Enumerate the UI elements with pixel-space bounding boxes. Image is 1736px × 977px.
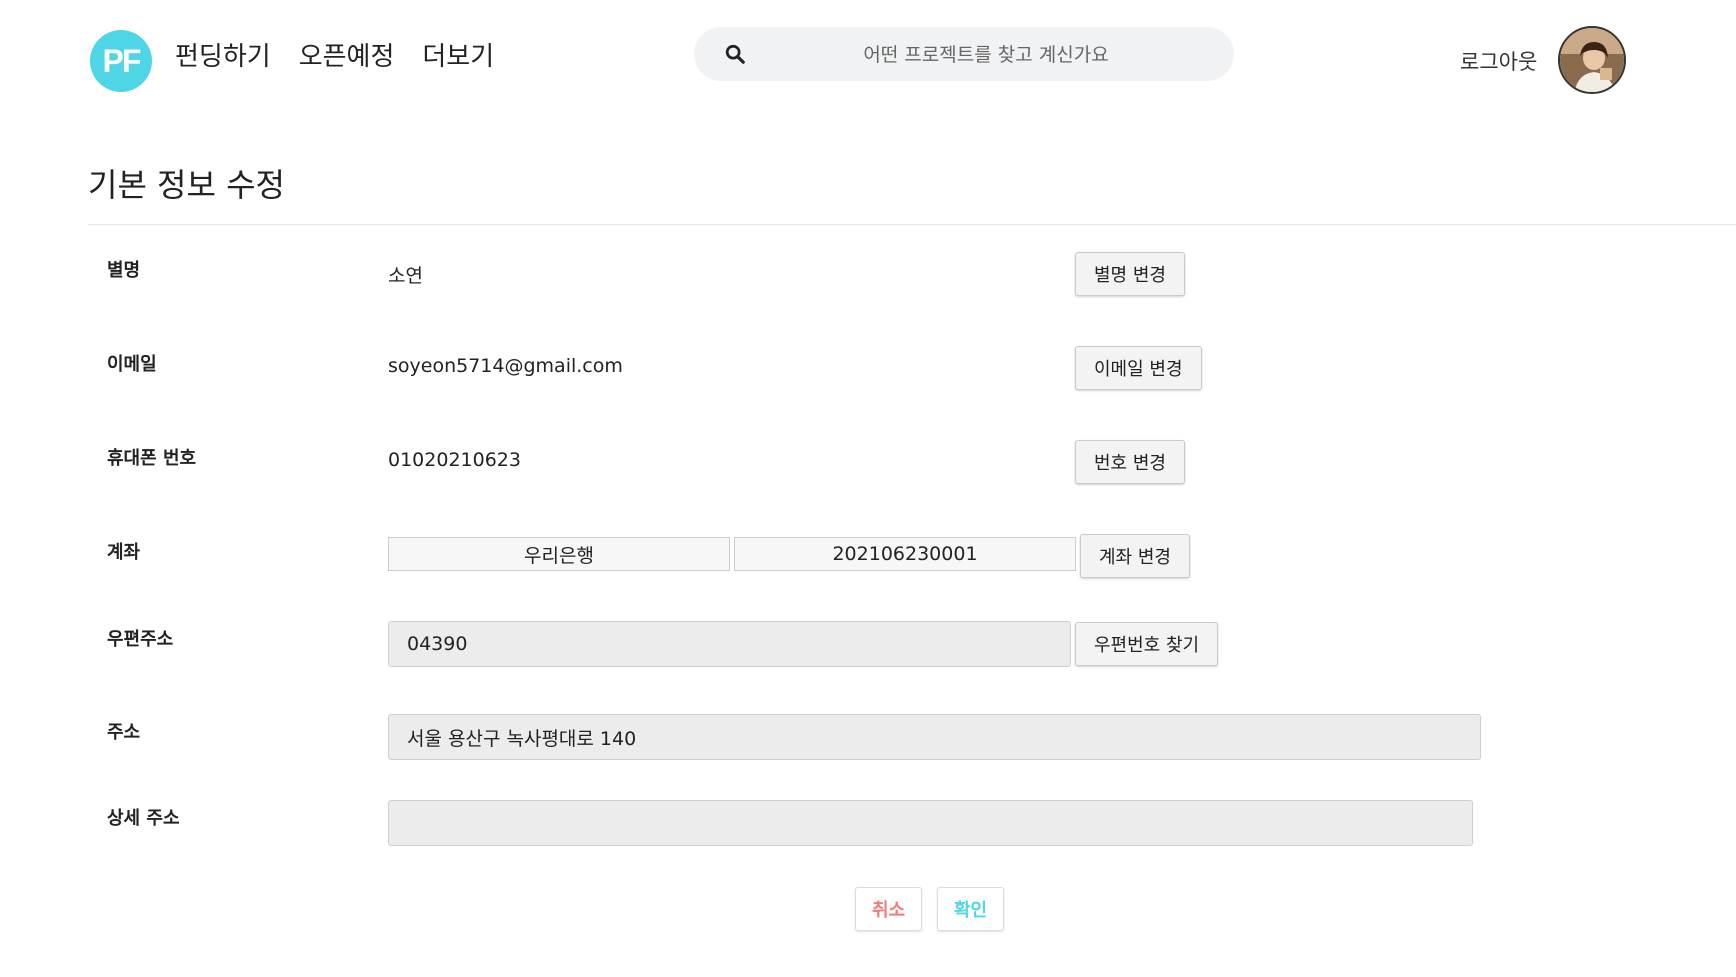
detail-address-field[interactable] bbox=[388, 800, 1473, 846]
find-postal-code-button[interactable]: 우편번호 찾기 bbox=[1075, 622, 1219, 666]
phone-value: 01020210623 bbox=[388, 449, 521, 471]
confirm-button[interactable]: 확인 bbox=[937, 887, 1005, 931]
address-field[interactable] bbox=[388, 714, 1481, 760]
page-title: 기본 정보 수정 bbox=[88, 166, 285, 204]
bank-name-field[interactable] bbox=[388, 537, 730, 571]
nickname-label: 별명 bbox=[107, 260, 141, 281]
title-divider bbox=[88, 224, 1736, 225]
search-icon[interactable] bbox=[724, 43, 746, 65]
logout-button[interactable]: 로그아웃 bbox=[1460, 46, 1537, 76]
email-label: 이메일 bbox=[107, 354, 157, 375]
main-nav: 펀딩하기 오픈예정 더보기 bbox=[175, 36, 494, 73]
nav-more[interactable]: 더보기 bbox=[422, 36, 494, 73]
change-nickname-button[interactable]: 별명 변경 bbox=[1075, 252, 1185, 296]
search-input[interactable] bbox=[764, 27, 1208, 83]
user-photo-icon bbox=[1560, 28, 1624, 92]
email-value: soyeon5714@gmail.com bbox=[388, 355, 623, 377]
nav-funding[interactable]: 펀딩하기 bbox=[175, 36, 271, 73]
postal-label: 우편주소 bbox=[107, 629, 174, 650]
nickname-value: 소연 bbox=[388, 265, 423, 287]
pf-logo[interactable]: PF bbox=[90, 30, 152, 92]
detail-address-label: 상세 주소 bbox=[107, 808, 180, 829]
change-email-button[interactable]: 이메일 변경 bbox=[1075, 346, 1202, 390]
avatar[interactable] bbox=[1558, 26, 1626, 94]
phone-label: 휴대폰 번호 bbox=[107, 448, 197, 469]
cancel-button[interactable]: 취소 bbox=[855, 887, 923, 931]
change-account-button[interactable]: 계좌 변경 bbox=[1080, 534, 1190, 578]
postal-code-field[interactable] bbox=[388, 621, 1071, 667]
search-bar bbox=[694, 27, 1234, 83]
address-label: 주소 bbox=[107, 722, 141, 743]
account-label: 계좌 bbox=[107, 542, 141, 563]
account-number-field[interactable] bbox=[734, 537, 1076, 571]
top-header: PF 펀딩하기 오픈예정 더보기 로그아웃 bbox=[0, 0, 1736, 120]
change-phone-button[interactable]: 번호 변경 bbox=[1075, 440, 1185, 484]
nav-coming-soon[interactable]: 오픈예정 bbox=[299, 36, 395, 73]
